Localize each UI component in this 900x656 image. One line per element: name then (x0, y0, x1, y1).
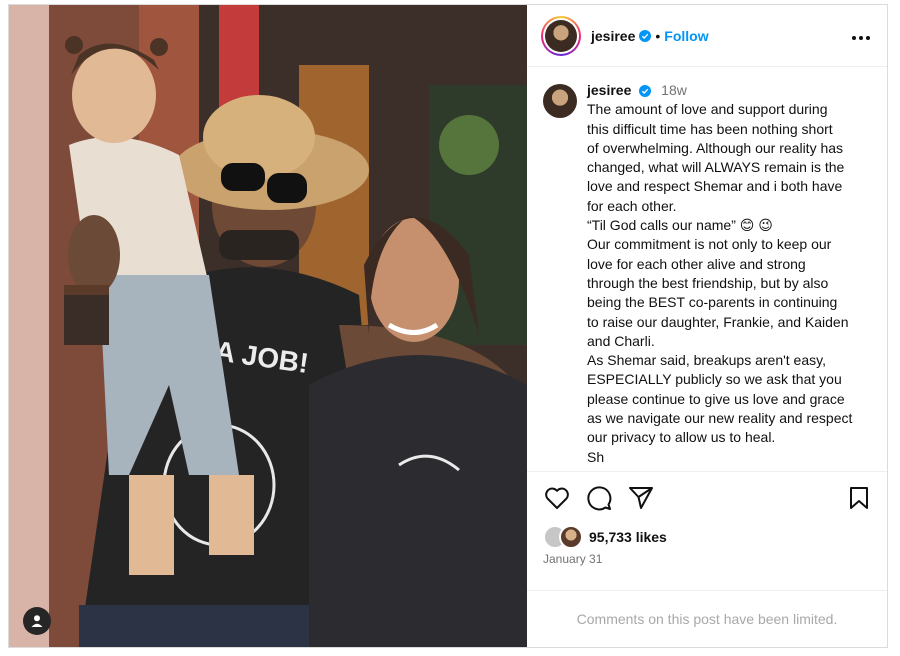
instagram-post: A JOB! jesiree • Follow jesiree 18w The … (8, 4, 888, 648)
caption-line: changed, what will ALWAYS remain is the (587, 159, 845, 176)
caption-username[interactable]: jesiree (587, 82, 631, 98)
caption-line: as we navigate our new reality and respe… (587, 410, 853, 427)
liker-avatar[interactable] (559, 525, 583, 549)
likes-count[interactable]: 95,733 likes (589, 529, 667, 545)
tagged-users-button[interactable] (23, 607, 51, 635)
likes-row: 95,733 likes (527, 524, 887, 550)
post-time[interactable]: 18w (661, 82, 687, 98)
user-tag-icon (31, 615, 43, 627)
more-options-icon[interactable] (851, 25, 871, 46)
caption-line: As Shemar said, breakups aren't easy, (587, 352, 826, 369)
comment-button[interactable] (585, 484, 613, 512)
caption-line: our privacy to allow us to heal. (587, 429, 776, 446)
follow-button[interactable]: Follow (664, 28, 708, 44)
post-header: jesiree • Follow (527, 5, 887, 67)
verified-badge-icon (639, 85, 652, 97)
like-button[interactable] (543, 484, 571, 512)
separator-dot: • (655, 27, 661, 44)
bookmark-icon (850, 487, 868, 509)
caption-line: ESPECIALLY publicly so we ask that you (587, 371, 842, 388)
comment-icon (587, 486, 612, 511)
save-button[interactable] (845, 484, 873, 512)
caption-line: for each other. (587, 197, 677, 214)
author-username[interactable]: jesiree (591, 28, 635, 44)
caption-line: to raise our daughter, Frankie, and Kaid… (587, 313, 849, 330)
caption-line: The amount of love and support during (587, 101, 828, 118)
caption-line: of overwhelming. Although our reality ha… (587, 139, 844, 156)
caption-author-avatar[interactable] (543, 84, 577, 118)
heart-icon (545, 487, 569, 509)
author-avatar[interactable] (541, 15, 581, 56)
verified-badge-icon (639, 29, 652, 42)
caption-section: jesiree 18w The amount of love and suppo… (527, 67, 887, 472)
caption-line: Our commitment is not only to keep our (587, 236, 832, 253)
post-photo[interactable]: A JOB! (9, 5, 527, 647)
caption-line: love for each other alive and strong (587, 255, 806, 272)
caption-line: this difficult time has been nothing sho… (587, 120, 833, 137)
caption-line: being the BEST co-parents in continuing (587, 294, 838, 311)
caption-text: jesiree 18w The amount of love and suppo… (587, 81, 852, 467)
family-photo-illustration: A JOB! (9, 5, 527, 647)
post-actions (527, 472, 887, 524)
avatar-image (545, 19, 577, 52)
caption-line: love and respect Shemar and i both have (587, 178, 843, 195)
comments-limited-notice: Comments on this post have been limited. (527, 590, 887, 647)
caption-line: and Charli. (587, 332, 655, 349)
caption-line: Sh (587, 448, 605, 465)
caption-line: please continue to give us love and grac… (587, 390, 845, 407)
post-date[interactable]: January 31 (527, 550, 887, 566)
post-sidebar: jesiree • Follow jesiree 18w The amount … (527, 5, 887, 647)
share-button[interactable] (627, 484, 655, 512)
caption-line: through the best friendship, but by also (587, 274, 829, 291)
share-icon (629, 487, 653, 509)
caption-line: “Til God calls our name” 😊 😉 (587, 217, 773, 234)
